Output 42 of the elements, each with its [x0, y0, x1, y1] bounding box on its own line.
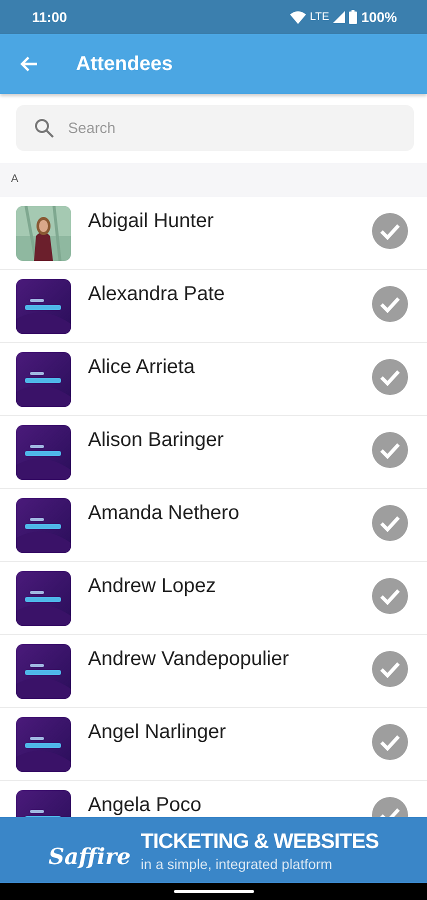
ad-headline: TICKETING & WEBSITES: [140, 829, 378, 855]
battery-level: 100%: [361, 9, 397, 25]
attendee-name: Alison Baringer: [88, 429, 225, 452]
check-icon[interactable]: [372, 505, 408, 541]
network-label: LTE: [310, 11, 330, 23]
check-icon[interactable]: [372, 724, 408, 760]
ad-tagline: in a simple, integrated platform: [140, 856, 332, 872]
attendee-row[interactable]: Alexandra Pate: [0, 270, 427, 343]
ad-banner[interactable]: Saffire TICKETING & WEBSITES in a simple, integrated platform: [0, 817, 427, 883]
attendee-row[interactable]: Alice Arrieta: [0, 343, 427, 416]
home-handle[interactable]: [174, 890, 254, 893]
attendee-row[interactable]: Angel Narlinger: [0, 708, 427, 781]
attendee-row[interactable]: Amanda Nethero: [0, 489, 427, 562]
attendee-name: Andrew Vandepopulier: [88, 648, 290, 671]
check-icon[interactable]: [372, 432, 408, 468]
attendee-row[interactable]: Angela Poco: [0, 781, 427, 817]
attendee-name: Alexandra Pate: [88, 283, 226, 306]
check-icon[interactable]: [372, 359, 408, 395]
search-field[interactable]: Search: [16, 105, 414, 151]
screen-title: Attendees: [76, 52, 173, 76]
attendee-row[interactable]: Alison Baringer: [0, 416, 427, 489]
check-icon[interactable]: [372, 578, 408, 614]
attendee-name: Angel Narlinger: [88, 721, 227, 744]
attendee-row[interactable]: Andrew Vandepopulier: [0, 635, 427, 708]
attendee-row[interactable]: Andrew Lopez: [0, 562, 427, 635]
section-header: A: [11, 173, 18, 185]
signal-icon: [333, 11, 346, 23]
battery-icon: [349, 10, 358, 24]
attendee-name: Abigail Hunter: [88, 210, 215, 233]
back-icon[interactable]: [20, 56, 38, 72]
attendee-name: Andrew Lopez: [88, 575, 217, 598]
brand-logo: Saffire: [48, 844, 131, 870]
attendee-name: Alice Arrieta: [88, 356, 196, 379]
search-icon: [34, 118, 54, 138]
check-icon[interactable]: [372, 286, 408, 322]
wifi-icon: [290, 10, 306, 24]
attendee-name: Angela Poco: [88, 794, 202, 817]
attendee-name: Amanda Nethero: [88, 502, 240, 525]
attendee-row[interactable]: Abigail Hunter: [0, 197, 427, 270]
check-icon[interactable]: [372, 651, 408, 687]
status-time: 11:00: [32, 9, 68, 25]
check-icon[interactable]: [372, 213, 408, 249]
